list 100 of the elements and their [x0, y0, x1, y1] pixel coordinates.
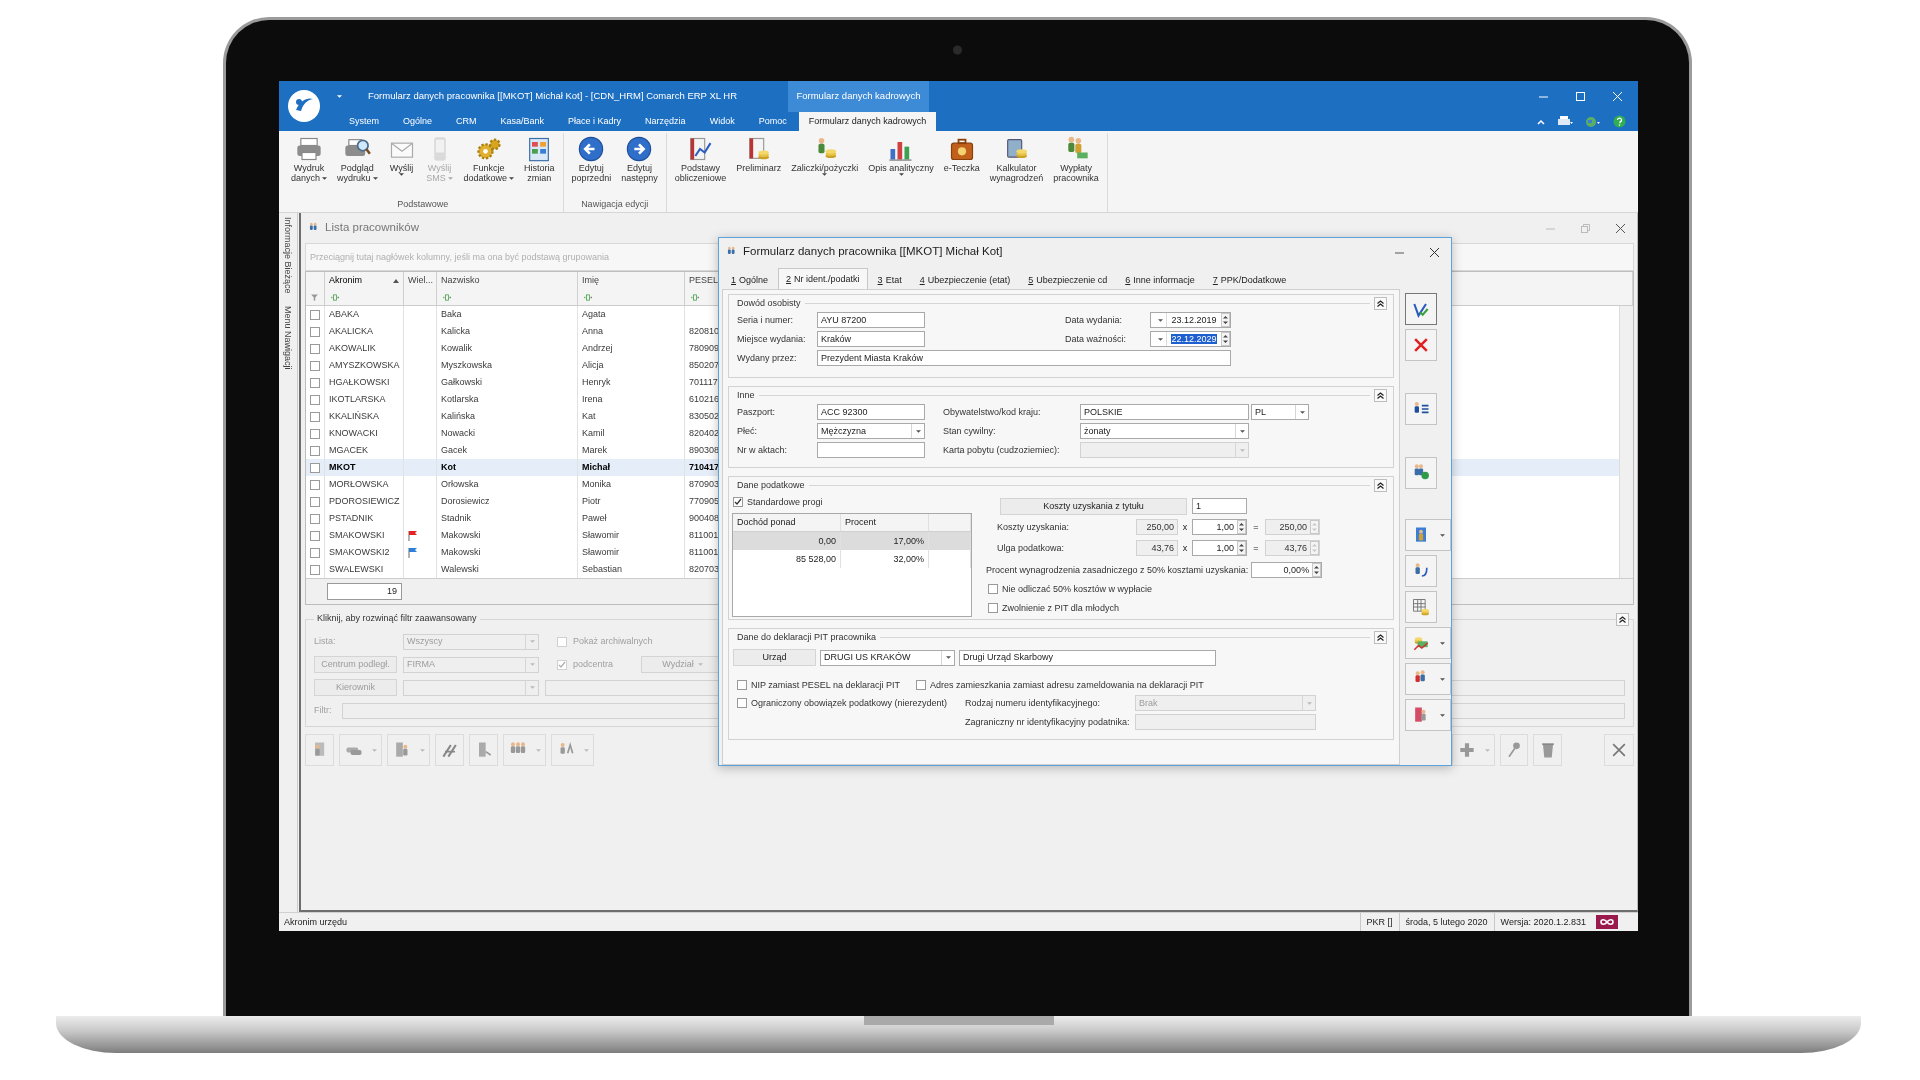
- checkbox[interactable]: [310, 377, 320, 388]
- menu-tab[interactable]: CRM: [444, 112, 489, 131]
- toolbar-button[interactable]: [1405, 519, 1451, 551]
- checkbox[interactable]: [310, 479, 320, 490]
- checkbox[interactable]: [310, 360, 320, 371]
- checkbox[interactable]: [310, 513, 320, 524]
- ribbon-button[interactable]: Podgląd wydruku: [332, 133, 383, 199]
- menu-tab[interactable]: Widok: [697, 112, 747, 131]
- checkbox[interactable]: [988, 584, 998, 594]
- column-header[interactable]: Dochód ponad: [733, 514, 841, 531]
- tab[interactable]: 5 Ubezpieczenie cd: [1020, 271, 1116, 289]
- dropdown[interactable]: PL: [1251, 404, 1309, 420]
- ribbon-button[interactable]: Edytuj poprzedni: [566, 133, 617, 199]
- section-title: Dane do deklaracji PIT pracownika: [737, 632, 876, 643]
- checkbox[interactable]: [310, 394, 320, 405]
- checkbox[interactable]: [310, 343, 320, 354]
- input-field[interactable]: Kraków: [817, 331, 925, 347]
- toolbar-button[interactable]: [1405, 627, 1451, 659]
- toolbar-button[interactable]: [1405, 699, 1451, 731]
- toolbar-button[interactable]: [1405, 393, 1437, 425]
- menu-tab[interactable]: Narzędzia: [633, 112, 698, 131]
- input-field[interactable]: AYU 87200: [817, 312, 925, 328]
- ribbon-button[interactable]: Edytuj następny: [616, 133, 663, 199]
- menu-tab[interactable]: Kasa/Bank: [488, 112, 557, 131]
- date-field[interactable]: 23.12.2019: [1150, 312, 1231, 328]
- column-header[interactable]: Procent: [841, 514, 929, 531]
- checkbox[interactable]: [310, 411, 320, 422]
- ribbon-button[interactable]: Opis analityczny: [863, 133, 939, 212]
- toolbar-button[interactable]: [1405, 555, 1437, 587]
- toolbar-button[interactable]: [1405, 457, 1437, 489]
- button[interactable]: Urząd: [733, 649, 816, 666]
- input-field[interactable]: Prezydent Miasta Kraków: [817, 350, 1231, 366]
- number-field[interactable]: 1,00: [1192, 540, 1247, 556]
- input-field[interactable]: Drugi Urząd Skarbowy: [959, 649, 1216, 666]
- menu-tab[interactable]: Pomoc: [746, 112, 799, 131]
- dropdown[interactable]: żonaty: [1080, 423, 1249, 439]
- date-field[interactable]: 22.12.2029: [1150, 331, 1231, 347]
- checkbox[interactable]: [557, 659, 567, 670]
- side-tab[interactable]: Menu Nawigacji: [282, 305, 294, 370]
- checkbox[interactable]: [916, 680, 927, 690]
- checkbox[interactable]: [737, 680, 747, 690]
- table-row[interactable]: 0,00 17,00%: [733, 532, 971, 550]
- toolbar-button[interactable]: [1405, 663, 1451, 695]
- checkbox[interactable]: [733, 497, 743, 507]
- checkbox[interactable]: [310, 309, 320, 320]
- dropdown[interactable]: Mężczyzna: [817, 423, 925, 439]
- checkbox[interactable]: [310, 547, 320, 558]
- flag-icon: [408, 547, 417, 558]
- save-button[interactable]: [1405, 293, 1437, 325]
- cancel-button[interactable]: [1405, 329, 1437, 361]
- toolbar-button[interactable]: [435, 734, 464, 766]
- toolbar-button[interactable]: [1405, 591, 1437, 623]
- tab[interactable]: 4 Ubezpieczenie (etat): [911, 271, 1019, 289]
- input-field[interactable]: [1135, 714, 1316, 730]
- menu-tab[interactable]: Formularz danych kadrowych: [798, 112, 937, 131]
- tab[interactable]: 6 Inne informacje: [1117, 271, 1203, 289]
- menu-tab[interactable]: Płace i Kadry: [556, 112, 634, 131]
- ribbon-button[interactable]: e-Teczka: [938, 133, 985, 212]
- tab[interactable]: 7 PPK/Dodatkowe: [1204, 271, 1295, 289]
- tab[interactable]: 1 Ogólne: [723, 271, 777, 289]
- checkbox[interactable]: [988, 603, 998, 613]
- checkbox[interactable]: [310, 445, 320, 456]
- ribbon-button[interactable]: Kalkulator wynagrodzeń: [984, 133, 1049, 212]
- input-field[interactable]: POLSKIE: [1080, 404, 1249, 420]
- tab[interactable]: 2 Nr ident./podatki: [778, 268, 868, 289]
- caret-icon: [536, 748, 541, 752]
- ribbon-button[interactable]: Historia zmian: [519, 133, 560, 199]
- input-field[interactable]: [817, 442, 925, 458]
- menu-tab[interactable]: System: [337, 112, 391, 131]
- menu-tab[interactable]: Ogólne: [391, 112, 445, 131]
- dropdown[interactable]: DRUGI US KRAKÓW: [820, 649, 955, 666]
- ribbon-button[interactable]: Wyślij: [382, 133, 421, 199]
- checkbox[interactable]: [310, 428, 320, 439]
- checkbox[interactable]: [310, 564, 320, 575]
- ribbon-button[interactable]: Funkcje dodatkowe: [458, 133, 520, 199]
- checkbox[interactable]: [310, 496, 320, 507]
- ribbon-button[interactable]: Preliminarz: [731, 133, 787, 212]
- field-label: Data ważności:: [1065, 333, 1128, 345]
- scrollbar[interactable]: [1619, 306, 1633, 578]
- checkbox[interactable]: [310, 326, 320, 337]
- button[interactable]: Koszty uzyskania z tytułu: [1000, 498, 1187, 515]
- ribbon-button[interactable]: Wypłaty pracownika: [1048, 133, 1104, 212]
- checkbox[interactable]: [557, 636, 567, 647]
- checkbox[interactable]: [737, 698, 747, 708]
- input-field[interactable]: ACC 92300: [817, 404, 925, 420]
- checkbox[interactable]: [310, 462, 320, 473]
- tab[interactable]: 3 Etat: [869, 271, 910, 289]
- field-label: Obywatelstwo/kod kraju:: [943, 406, 1042, 418]
- checkbox-label: Ograniczony obowiązek podatkowy (nierezydent): [751, 697, 948, 709]
- input-field[interactable]: 1: [1192, 498, 1247, 514]
- ribbon-button[interactable]: Wydruk danych: [286, 133, 333, 199]
- side-tab[interactable]: Informacje Bieżące: [282, 217, 294, 294]
- checkbox[interactable]: [310, 530, 320, 541]
- ribbon-button[interactable]: Zaliczki/pożyczki: [786, 133, 864, 212]
- number-field[interactable]: 1,00: [1192, 519, 1247, 535]
- toolbar-button[interactable]: [1604, 734, 1634, 766]
- window-title: Lista pracowników: [325, 221, 419, 235]
- ribbon-button[interactable]: Podstawy obliczeniowe: [669, 133, 732, 212]
- filter-legend[interactable]: Kliknij, aby rozwinąć filtr zaawansowany: [314, 613, 480, 624]
- number-field[interactable]: 0,00%: [1251, 562, 1323, 578]
